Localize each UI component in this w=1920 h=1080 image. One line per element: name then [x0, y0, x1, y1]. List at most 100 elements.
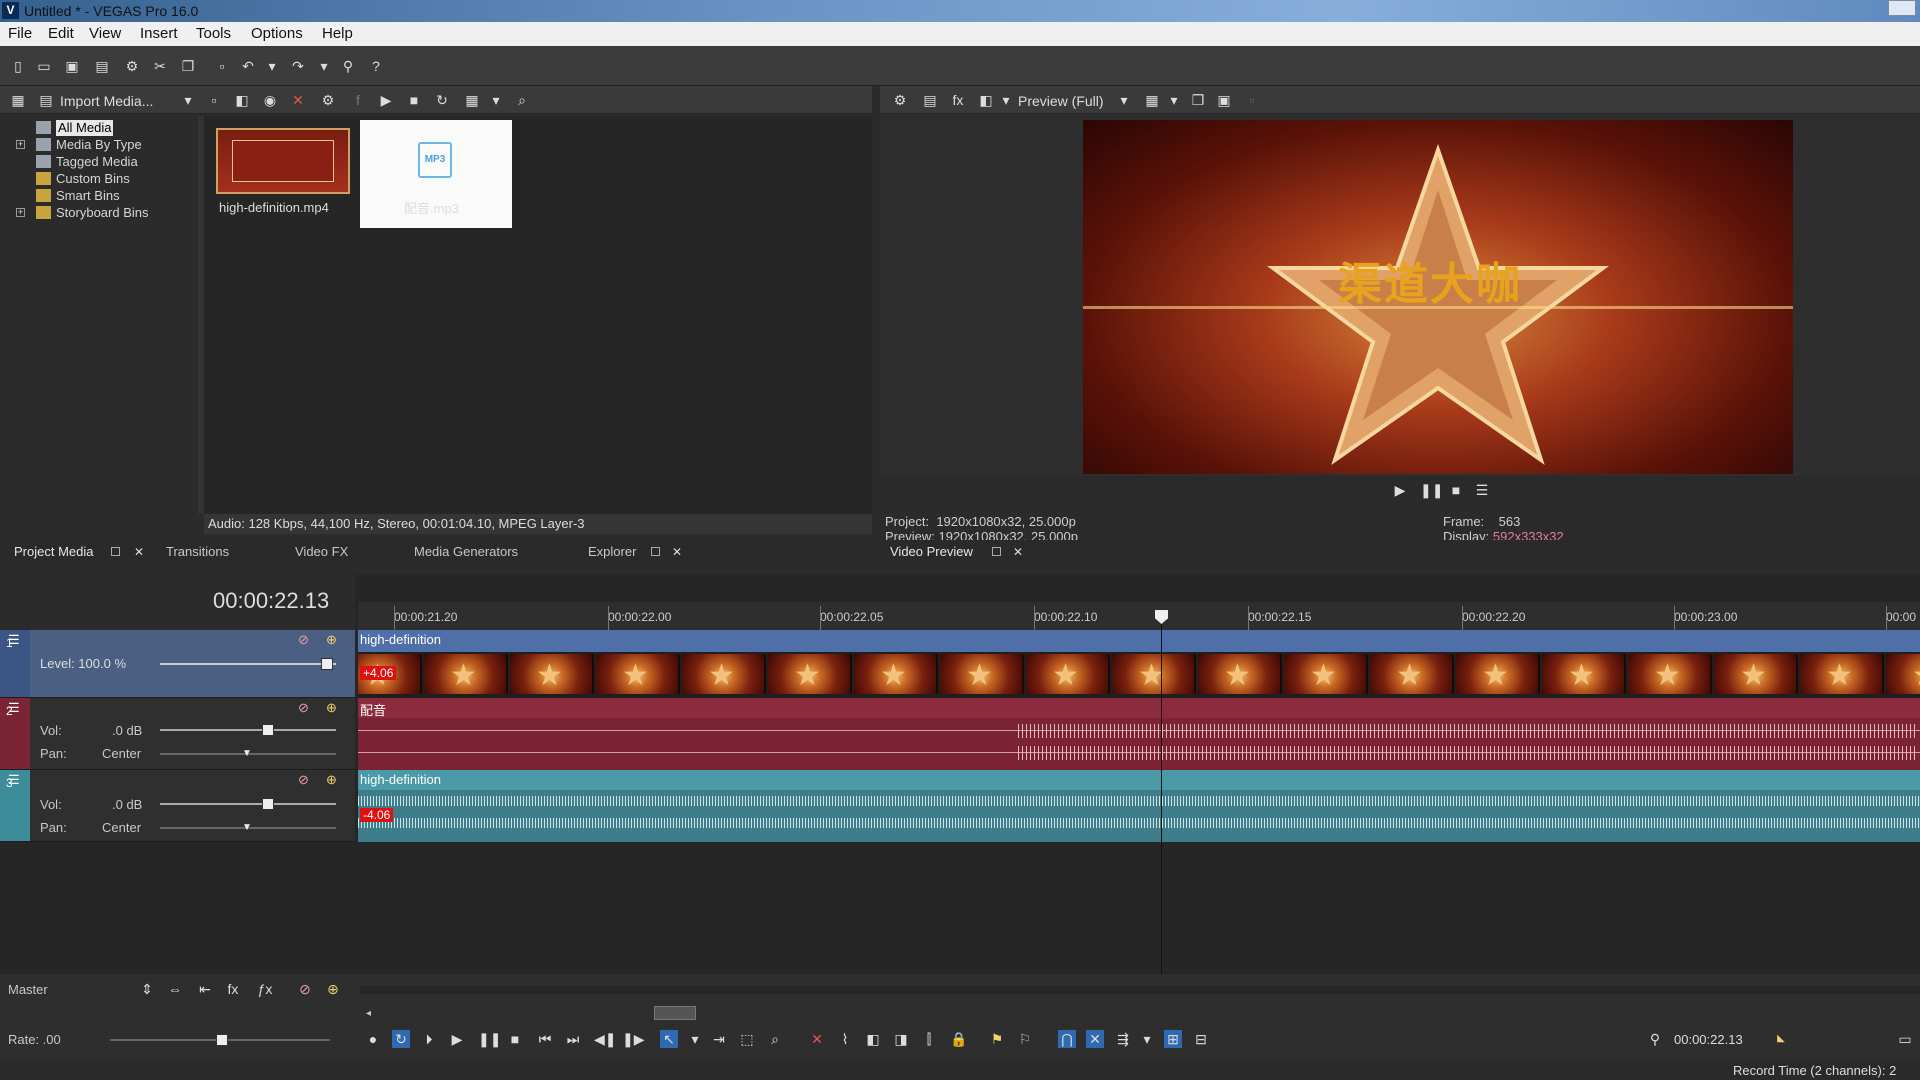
level-slider[interactable] [160, 663, 336, 665]
menu-tools[interactable]: Tools [196, 25, 231, 42]
bus-icon[interactable]: ⇤ [196, 980, 214, 998]
tree-storyboard-bins[interactable]: + Storyboard Bins [16, 205, 149, 221]
expand-tracks-icon[interactable]: ⇕ [138, 980, 156, 998]
next-frame-icon[interactable]: ❚▶ [622, 1030, 645, 1048]
vol-slider-thumb[interactable] [262, 798, 274, 810]
go-to-end-icon[interactable]: ⏭ [564, 1030, 582, 1048]
pan-slider-thumb[interactable]: ▼ [242, 748, 252, 759]
vol-slider[interactable] [160, 803, 336, 805]
play-icon[interactable]: ▶ [1392, 482, 1408, 498]
stop-preview-icon[interactable]: ■ [406, 92, 422, 108]
menu-insert[interactable]: Insert [140, 25, 178, 42]
vol-slider[interactable] [160, 729, 336, 731]
zoom-tool-icon[interactable]: ⌕ [766, 1030, 784, 1048]
menu-icon[interactable]: ☰ [1474, 482, 1490, 498]
go-to-start-icon[interactable]: ⏮ [536, 1030, 554, 1048]
record-icon[interactable]: ● [364, 1030, 382, 1048]
redo-dropdown-icon[interactable]: ▾ [316, 58, 332, 74]
views-dropdown-icon[interactable]: ▾ [488, 92, 504, 108]
view-icon[interactable]: ▦ [10, 92, 26, 108]
undo-dropdown-icon[interactable]: ▾ [264, 58, 280, 74]
track-1-header[interactable]: 1 ☰ ⊘ ⊕ Level: 100.0 % [0, 630, 355, 698]
split-icon[interactable]: ⫿ [920, 1030, 938, 1048]
stop-icon[interactable]: ■ [1448, 482, 1464, 498]
delete-icon[interactable]: ✕ [290, 92, 306, 108]
menu-edit[interactable]: Edit [48, 25, 74, 42]
render-icon[interactable]: ▤ [94, 58, 110, 74]
mute-icon[interactable]: ⊘ [296, 980, 314, 998]
solo-icon[interactable]: ⊕ [324, 980, 342, 998]
tree-tagged-media[interactable]: Tagged Media [36, 154, 138, 170]
split-screen-icon[interactable]: ◧ [978, 92, 994, 108]
horizontal-scrollbar-thumb[interactable] [654, 1006, 696, 1020]
paste-icon[interactable]: ▫ [214, 58, 230, 74]
mute-icon[interactable]: ⊘ [298, 700, 309, 716]
import-dropdown-icon[interactable]: ▾ [180, 92, 196, 108]
start-preview-icon[interactable]: ▶ [378, 92, 394, 108]
save-icon[interactable]: ▣ [64, 58, 80, 74]
window-close-button[interactable] [1888, 0, 1916, 16]
insert-marker-icon[interactable]: ⚑ [988, 1030, 1006, 1048]
audio-clip-header[interactable]: high-definition [358, 770, 1920, 790]
loop-playback-icon[interactable]: ↻ [392, 1030, 410, 1048]
tree-media-by-type[interactable]: + Media By Type [16, 137, 142, 153]
video-filmstrip[interactable] [358, 654, 1920, 694]
search-icon[interactable]: ⌕ [514, 92, 530, 108]
envelope-tool-icon[interactable]: ⇥ [710, 1030, 728, 1048]
tree-smart-bins[interactable]: Smart Bins [36, 188, 120, 204]
tool-dropdown-icon[interactable]: ▾ [686, 1030, 704, 1048]
prev-frame-icon[interactable]: ◀❚ [594, 1030, 617, 1048]
rate-slider-thumb[interactable] [216, 1034, 228, 1046]
close-tab-icon[interactable]: ✕ [134, 545, 144, 559]
auto-preview-icon[interactable]: ↻ [434, 92, 450, 108]
stop-icon[interactable]: ■ [506, 1030, 524, 1048]
menu-view[interactable]: View [89, 25, 121, 42]
scroll-left-icon[interactable]: ◂ [366, 1008, 371, 1019]
media-properties-icon[interactable]: ⚙ [320, 92, 336, 108]
quality-dropdown-icon[interactable]: ▾ [1116, 92, 1132, 108]
expand-icon[interactable]: + [16, 208, 25, 217]
trim-icon[interactable]: ⌇ [836, 1030, 854, 1048]
delete-icon[interactable]: ✕ [808, 1030, 826, 1048]
video-thumbnail[interactable] [216, 128, 350, 194]
device-icon[interactable]: ▤ [922, 92, 938, 108]
close-tab-icon[interactable]: ✕ [672, 545, 682, 559]
pause-icon[interactable]: ❚❚ [478, 1030, 501, 1048]
expand-icon[interactable]: + [16, 140, 25, 149]
time-ruler[interactable]: 00:00:21.20 00:00:22.00 00:00:22.05 00:0… [358, 602, 1920, 632]
import-media-icon[interactable]: ▤ [38, 92, 54, 108]
undo-icon[interactable]: ↶ [240, 58, 256, 74]
capture-icon[interactable]: ▫ [206, 92, 222, 108]
solo-icon[interactable]: ⊕ [326, 772, 337, 788]
open-folder-icon[interactable]: ▭ [36, 58, 52, 74]
menu-options[interactable]: Options [251, 25, 303, 42]
lock-icon[interactable]: 🔒 [950, 1030, 968, 1048]
menu-file[interactable]: File [8, 25, 32, 42]
audio-track-1-lane[interactable]: 配音 [358, 698, 1920, 770]
selection-tool-icon[interactable]: ⬚ [738, 1030, 756, 1048]
video-track-lane[interactable]: high-definition +4.06 [358, 630, 1920, 698]
preview-quality-select[interactable]: Preview (Full) [1018, 93, 1104, 109]
tree-custom-bins[interactable]: Custom Bins [36, 171, 130, 187]
new-file-icon[interactable]: ▯ [10, 58, 26, 74]
collapse-tracks-icon[interactable]: ⇔ [166, 980, 184, 998]
video-fx-icon[interactable]: fx [950, 92, 966, 108]
get-media-icon[interactable]: ◧ [234, 92, 250, 108]
bus-fx-icon[interactable]: fx [224, 980, 242, 998]
tab-project-media[interactable]: Project Media [14, 544, 93, 559]
video-clip-header[interactable]: high-definition [358, 630, 1920, 652]
audio-thumbnail[interactable]: MP3 配音.mp3 [360, 120, 512, 228]
track-menu-icon[interactable]: ☰ [8, 772, 20, 788]
ripple-edit-icon[interactable]: ⇶ [1114, 1030, 1132, 1048]
audio-clip-header[interactable]: 配音 [358, 698, 1920, 718]
tree-all-media[interactable]: All Media [36, 120, 114, 136]
trim-start-icon[interactable]: ◧ [864, 1030, 882, 1048]
ripple-dropdown-icon[interactable]: ▾ [1138, 1030, 1156, 1048]
playhead-cursor[interactable] [1161, 612, 1162, 1002]
tab-media-generators[interactable]: Media Generators [414, 544, 518, 559]
properties-gear-icon[interactable]: ⚙ [124, 58, 140, 74]
play-from-start-icon[interactable]: ⏵ [420, 1030, 438, 1048]
audio-track-2-lane[interactable]: high-definition -4.06 [358, 770, 1920, 842]
vol-slider-thumb[interactable] [262, 724, 274, 736]
close-tab-icon[interactable]: ✕ [1013, 545, 1023, 559]
